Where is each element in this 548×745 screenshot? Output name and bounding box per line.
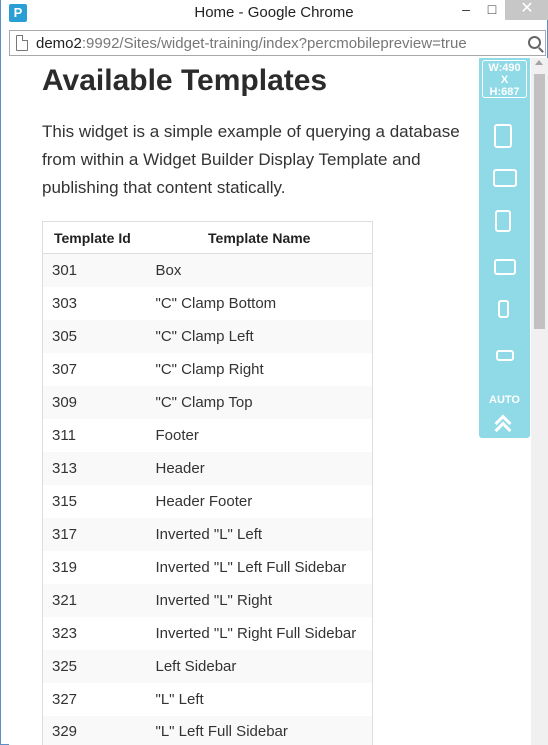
close-button[interactable]: ✕	[505, 0, 548, 20]
table-row: 305 "C" Clamp Left	[42, 319, 373, 353]
template-name-cell: Left Sidebar	[146, 649, 373, 683]
table-row: 309 "C" Clamp Top	[42, 385, 373, 419]
browser-window: P Home - Google Chrome – □ ✕ demo2:9992/…	[0, 0, 548, 745]
template-name-cell: Header Footer	[155, 492, 253, 510]
template-id-cell: 321	[42, 583, 147, 617]
column-header-template-name: Template Name	[146, 221, 373, 254]
collapse-panel-icon[interactable]	[494, 414, 514, 439]
template-name-cell: Inverted "L" Left Full Sidebar	[155, 558, 347, 576]
template-id-cell: 303	[52, 294, 78, 312]
size-separator: X	[500, 74, 509, 86]
intro-text: This widget is a simple example of query…	[42, 122, 460, 197]
scroll-up-arrow-icon[interactable]	[535, 60, 543, 65]
template-name-cell: "C" Clamp Bottom	[155, 294, 277, 312]
template-id-cell: 315	[52, 492, 78, 510]
template-id-cell: 319	[52, 558, 78, 576]
template-id-cell: 311	[52, 426, 76, 444]
table-row: 315 Header Footer	[43, 485, 373, 518]
title-bar: P Home - Google Chrome – □ ✕	[1, 0, 548, 26]
phone-landscape-icon[interactable]	[496, 350, 514, 361]
viewport-size-readout: W:490 X H:687	[482, 60, 527, 98]
template-id-cell: 305	[42, 319, 147, 353]
table-row: 329 "L" Left Full Sidebar	[42, 715, 373, 745]
template-name-cell: Header	[146, 451, 373, 485]
template-name-cell: Inverted "L" Right Full Sidebar	[155, 624, 357, 642]
zoom-icon[interactable]	[528, 36, 541, 49]
page-viewport: Available Templates This widget is a sim…	[9, 58, 531, 745]
tablet-landscape-icon[interactable]	[493, 169, 517, 187]
template-name-cell: Footer	[155, 426, 199, 444]
small-tablet-landscape-icon[interactable]	[494, 259, 516, 275]
url-host: demo2	[36, 35, 82, 52]
table-row: 319 Inverted "L" Left Full Sidebar	[43, 551, 373, 584]
url-path: :9992/Sites/widget-training/index?percmo…	[81, 35, 467, 52]
address-bar[interactable]: demo2:9992/Sites/widget-training/index?p…	[9, 30, 546, 56]
template-id-cell: 307	[52, 360, 78, 378]
template-id-cell: 317	[42, 517, 147, 551]
template-name-cell: "C" Clamp Top	[146, 385, 373, 419]
table-body: 301 Box 303 "C" Clamp Bottom 305 "C" Clamp Le…	[42, 253, 373, 745]
page-title: Available Templates	[42, 64, 328, 97]
template-name-cell: "C" Clamp Left	[146, 319, 373, 353]
scroll-thumb[interactable]	[534, 74, 545, 329]
height-readout: H:687	[489, 86, 520, 98]
url-text[interactable]: demo2:9992/Sites/widget-training/index?p…	[36, 35, 467, 52]
scrollbar[interactable]	[531, 58, 548, 745]
template-id-cell: 329	[42, 715, 147, 745]
small-tablet-portrait-icon[interactable]	[495, 210, 511, 232]
column-header-template-id: Template Id	[42, 221, 147, 254]
phone-portrait-icon[interactable]	[498, 300, 509, 318]
auto-size-button[interactable]: AUTO	[479, 394, 530, 406]
template-id-cell: 309	[42, 385, 147, 419]
table-row: 321 Inverted "L" Right	[42, 583, 373, 617]
template-name-cell: Box	[146, 253, 373, 287]
template-id-cell: 313	[42, 451, 147, 485]
table-row: 327 "L" Left	[43, 683, 373, 716]
table-row: 311 Footer	[43, 419, 373, 452]
template-id-cell: 323	[52, 624, 78, 642]
template-id-cell: 301	[42, 253, 147, 287]
table-row: 323 Inverted "L" Right Full Sidebar	[43, 617, 373, 650]
table-header-row: Template Id Template Name	[42, 221, 373, 254]
width-readout: W:490	[488, 62, 521, 74]
templates-table: Template Id Template Name 301 Box 303 "C" C…	[42, 221, 373, 745]
template-id-cell: 325	[42, 649, 147, 683]
template-id-cell: 327	[52, 690, 78, 708]
template-name-cell: "C" Clamp Right	[155, 360, 264, 378]
template-name-cell: Inverted "L" Left	[146, 517, 373, 551]
template-name-cell: "L" Left	[155, 690, 204, 708]
template-name-cell: Inverted "L" Right	[146, 583, 373, 617]
table-row: 301 Box	[42, 253, 373, 287]
maximize-button[interactable]: □	[482, 0, 502, 20]
template-name-cell: "L" Left Full Sidebar	[146, 715, 373, 745]
mobile-preview-panel: W:490 X H:687 AUTO	[479, 58, 530, 439]
table-row: 307 "C" Clamp Right	[43, 353, 373, 386]
table-row: 317 Inverted "L" Left	[42, 517, 373, 551]
table-row: 313 Header	[42, 451, 373, 485]
tablet-portrait-icon[interactable]	[494, 124, 512, 148]
table-row: 303 "C" Clamp Bottom	[43, 287, 373, 320]
minimize-button[interactable]: –	[456, 0, 476, 20]
page-icon	[16, 35, 28, 51]
table-row: 325 Left Sidebar	[42, 649, 373, 683]
